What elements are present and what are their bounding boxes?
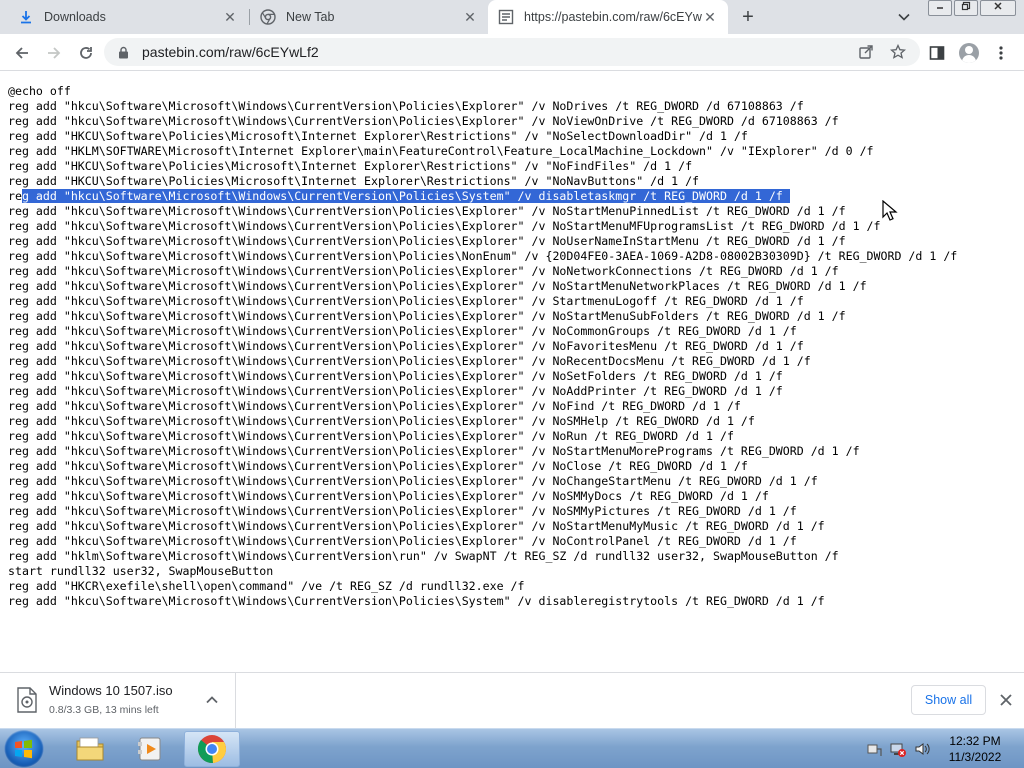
new-tab-button[interactable]: + <box>736 5 760 29</box>
text-line[interactable]: reg add "hkcu\Software\Microsoft\Windows… <box>8 594 957 609</box>
chrome-icon <box>260 9 276 25</box>
text-line[interactable]: reg add "hkcu\Software\Microsoft\Windows… <box>8 204 957 219</box>
side-panel-icon[interactable] <box>924 40 950 66</box>
text-line[interactable]: reg add "HKCU\Software\Policies\Microsof… <box>8 129 957 144</box>
text-line[interactable]: reg add "hkcu\Software\Microsoft\Windows… <box>8 444 957 459</box>
show-all-button[interactable]: Show all <box>911 685 986 715</box>
windows-taskbar: 12:32 PM 11/3/2022 <box>0 728 1024 768</box>
text-line[interactable]: reg add "hkcu\Software\Microsoft\Windows… <box>8 534 957 549</box>
network-error-icon[interactable] <box>890 741 906 757</box>
address-bar[interactable]: pastebin.com/raw/6cEYwLf2 <box>104 38 920 66</box>
tab-title: New Tab <box>286 10 335 24</box>
text-line[interactable]: reg add "hkcu\Software\Microsoft\Windows… <box>8 114 957 129</box>
text-line[interactable]: reg add "hkcu\Software\Microsoft\Windows… <box>8 339 957 354</box>
raw-text-body[interactable]: @echo off reg add "hkcu\Software\Microsof… <box>8 84 957 609</box>
text-line[interactable]: reg add "HKCR\exefile\shell\open\command… <box>8 579 957 594</box>
close-window-button[interactable] <box>980 0 1016 16</box>
close-icon[interactable]: ✕ <box>702 9 718 25</box>
taskbar-explorer[interactable] <box>62 731 118 767</box>
avatar <box>959 43 979 63</box>
maximize-button[interactable] <box>954 0 978 16</box>
text-line[interactable]: reg add "HKLM\SOFTWARE\Microsoft\Interne… <box>8 144 957 159</box>
tab-strip: Downloads ✕ New Tab ✕ https://pastebin.c… <box>0 0 1024 34</box>
bookmark-star-icon[interactable] <box>886 38 910 66</box>
text-line[interactable]: reg add "hkcu\Software\Microsoft\Windows… <box>8 474 957 489</box>
browser-toolbar: pastebin.com/raw/6cEYwLf2 <box>0 34 1024 71</box>
media-player-icon <box>138 737 161 761</box>
text-line[interactable]: reg add "hkcu\Software\Microsoft\Windows… <box>8 99 957 114</box>
minimize-button[interactable] <box>928 0 952 16</box>
profile-button[interactable] <box>956 40 982 66</box>
iso-file-icon <box>16 687 38 713</box>
close-icon[interactable]: ✕ <box>462 9 478 25</box>
volume-icon[interactable] <box>914 741 930 757</box>
text-line[interactable]: reg add "hkcu\Software\Microsoft\Windows… <box>8 429 957 444</box>
text-line[interactable]: reg add "hkcu\Software\Microsoft\Windows… <box>8 249 957 264</box>
forward-button[interactable] <box>41 40 67 66</box>
text-line[interactable]: reg add "hkcu\Software\Microsoft\Windows… <box>8 189 957 204</box>
text-line[interactable]: reg add "hkcu\Software\Microsoft\Windows… <box>8 519 957 534</box>
tab-title: Downloads <box>44 10 106 24</box>
download-shelf: Windows 10 1507.iso 0.8/3.3 GB, 13 mins … <box>0 672 1024 728</box>
text-line[interactable]: reg add "hkcu\Software\Microsoft\Windows… <box>8 294 957 309</box>
start-button[interactable] <box>4 730 44 768</box>
text-selection[interactable]: g add "hkcu\Software\Microsoft\Windows\C… <box>21 189 790 203</box>
text-line[interactable]: reg add "HKCU\Software\Policies\Microsof… <box>8 174 957 189</box>
text-line[interactable]: reg add "hklm\Software\Microsoft\Windows… <box>8 549 957 564</box>
chevron-up-icon[interactable] <box>203 691 221 709</box>
text-line[interactable]: reg add "hkcu\Software\Microsoft\Windows… <box>8 279 957 294</box>
text-line[interactable]: reg add "HKCU\Software\Policies\Microsof… <box>8 159 957 174</box>
download-icon <box>18 9 34 25</box>
text-line[interactable]: reg add "hkcu\Software\Microsoft\Windows… <box>8 234 957 249</box>
text-line[interactable]: reg add "hkcu\Software\Microsoft\Windows… <box>8 309 957 324</box>
text-line[interactable]: @echo off <box>8 84 957 99</box>
back-button[interactable] <box>9 40 35 66</box>
clock-date: 11/3/2022 <box>948 750 1002 764</box>
windows-logo-icon <box>15 739 32 759</box>
text-line[interactable]: reg add "hkcu\Software\Microsoft\Windows… <box>8 399 957 414</box>
close-icon[interactable]: ✕ <box>222 9 238 25</box>
text-line[interactable]: reg add "hkcu\Software\Microsoft\Windows… <box>8 324 957 339</box>
text-line[interactable]: reg add "hkcu\Software\Microsoft\Windows… <box>8 504 957 519</box>
text-line[interactable]: start rundll32 user32, SwapMouseButton <box>8 564 957 579</box>
download-status: 0.8/3.3 GB, 13 mins left <box>49 704 159 716</box>
folder-icon <box>76 737 104 761</box>
download-file-name: Windows 10 1507.iso <box>49 683 173 698</box>
system-clock[interactable]: 12:32 PM 11/3/2022 <box>936 733 1014 765</box>
menu-icon[interactable] <box>988 40 1014 66</box>
tab-search-icon[interactable] <box>894 8 914 26</box>
download-item[interactable]: Windows 10 1507.iso 0.8/3.3 GB, 13 mins … <box>0 673 236 728</box>
clock-time: 12:32 PM <box>949 734 1001 748</box>
text-line[interactable]: reg add "hkcu\Software\Microsoft\Windows… <box>8 459 957 474</box>
text-line[interactable]: reg add "hkcu\Software\Microsoft\Windows… <box>8 264 957 279</box>
chrome-icon <box>197 735 227 764</box>
text-line[interactable]: reg add "hkcu\Software\Microsoft\Windows… <box>8 489 957 504</box>
network-flag-icon[interactable] <box>866 741 882 757</box>
text-line[interactable]: reg add "hkcu\Software\Microsoft\Windows… <box>8 354 957 369</box>
share-icon[interactable] <box>854 38 878 66</box>
taskbar-media-player[interactable] <box>122 731 178 767</box>
text-line[interactable]: reg add "hkcu\Software\Microsoft\Windows… <box>8 414 957 429</box>
text-line[interactable]: reg add "hkcu\Software\Microsoft\Windows… <box>8 219 957 234</box>
tab-new-tab[interactable]: New Tab ✕ <box>250 0 488 34</box>
taskbar-chrome[interactable] <box>184 731 240 767</box>
lock-icon[interactable] <box>118 45 130 59</box>
page-content: @echo off reg add "hkcu\Software\Microsof… <box>0 72 1024 672</box>
reload-button[interactable] <box>73 40 99 66</box>
tab-pastebin[interactable]: https://pastebin.com/raw/6cEYwLf2 ✕ <box>488 0 728 34</box>
text-line-unselected: re <box>8 189 22 203</box>
text-line[interactable]: reg add "hkcu\Software\Microsoft\Windows… <box>8 369 957 384</box>
tab-downloads[interactable]: Downloads ✕ <box>8 0 248 34</box>
url-text[interactable]: pastebin.com/raw/6cEYwLf2 <box>142 44 319 60</box>
page-icon <box>498 9 514 25</box>
mouse-cursor-icon <box>882 200 898 221</box>
tab-title: https://pastebin.com/raw/6cEYwLf2 <box>524 10 702 24</box>
text-line[interactable]: reg add "hkcu\Software\Microsoft\Windows… <box>8 384 957 399</box>
close-icon[interactable] <box>996 690 1016 710</box>
